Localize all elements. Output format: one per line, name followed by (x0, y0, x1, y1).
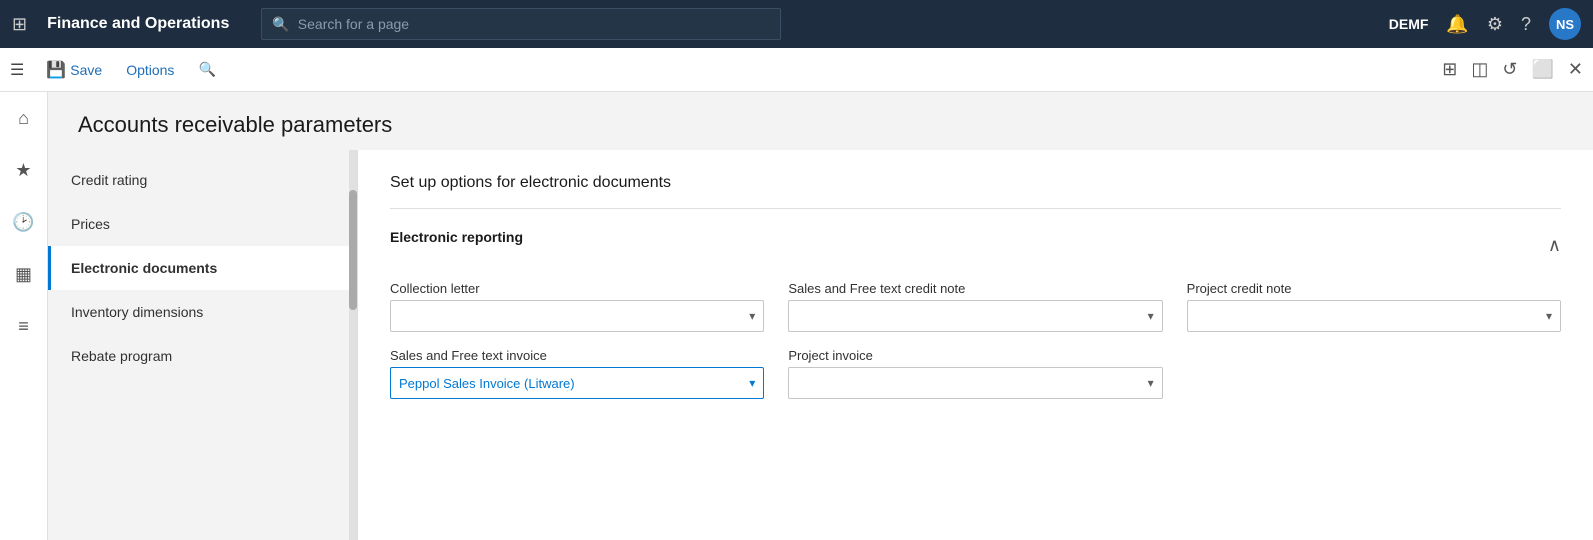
select-sales-free-text-invoice-value: Peppol Sales Invoice (Litware) (399, 376, 575, 391)
help-icon[interactable]: ? (1521, 14, 1531, 35)
save-button[interactable]: 💾 Save (36, 56, 112, 84)
select-sales-free-text-invoice[interactable]: Peppol Sales Invoice (Litware) ▾ (390, 367, 764, 399)
action-bar: ☰ 💾 Save Options 🔍 ⊞ ◫ ↺ ⬜ ✕ (0, 48, 1593, 92)
sidebar-home-icon[interactable]: ⌂ (6, 100, 42, 136)
nav-scrollbar[interactable] (349, 150, 357, 540)
form-grid: Collection letter ▾ Sales and Free text … (390, 281, 1561, 399)
nav-item-prices[interactable]: Prices (48, 202, 357, 246)
section-collapse-icon[interactable]: ∧ (1548, 235, 1561, 256)
label-collection-letter: Collection letter (390, 281, 764, 296)
field-project-invoice: Project invoice ▾ (788, 348, 1162, 399)
page-title: Accounts receivable parameters (78, 112, 1563, 138)
chevron-project-invoice: ▾ (1148, 376, 1154, 390)
main-content: Set up options for electronic documents … (358, 150, 1593, 540)
save-label: Save (70, 62, 102, 78)
refresh-icon[interactable]: ↺ (1502, 59, 1517, 80)
chevron-sales-free-text-credit-note: ▾ (1148, 309, 1154, 323)
empty-cell (1187, 348, 1561, 399)
search-bar[interactable]: 🔍 (261, 8, 781, 40)
nav-item-inventory-dimensions[interactable]: Inventory dimensions (48, 290, 357, 334)
sidebar-list-icon[interactable]: ≡ (6, 308, 42, 344)
app-grid-icon[interactable]: ⊞ (12, 14, 27, 35)
open-new-icon[interactable]: ⬜ (1531, 59, 1553, 80)
side-icons: ⌂ ★ 🕑 ▦ ≡ (0, 92, 48, 540)
section-description: Set up options for electronic documents (390, 174, 1561, 209)
top-nav-right: DEMF 🔔 ⚙ ? NS (1389, 8, 1581, 40)
company-label: DEMF (1389, 16, 1429, 32)
page-header: Accounts receivable parameters (48, 92, 1593, 150)
top-navigation: ⊞ Finance and Operations 🔍 DEMF 🔔 ⚙ ? NS (0, 0, 1593, 48)
action-bar-right: ⊞ ◫ ↺ ⬜ ✕ (1442, 59, 1583, 80)
field-sales-free-text-invoice: Sales and Free text invoice Peppol Sales… (390, 348, 764, 399)
personalize-icon[interactable]: ⊞ (1442, 59, 1457, 80)
options-button[interactable]: Options (116, 58, 184, 82)
section-header: Electronic reporting ∧ (390, 229, 1561, 261)
select-project-credit-note[interactable]: ▾ (1187, 300, 1561, 332)
hamburger-icon[interactable]: ☰ (10, 60, 24, 80)
chevron-sales-free-text-invoice: ▾ (749, 376, 755, 390)
label-project-credit-note: Project credit note (1187, 281, 1561, 296)
chevron-project-credit-note: ▾ (1546, 309, 1552, 323)
search-icon: 🔍 (272, 16, 289, 33)
chevron-collection-letter: ▾ (749, 309, 755, 323)
user-avatar[interactable]: NS (1549, 8, 1581, 40)
sidebar-star-icon[interactable]: ★ (6, 152, 42, 188)
select-collection-letter[interactable]: ▾ (390, 300, 764, 332)
nav-panel: Credit rating Prices Electronic document… (48, 150, 358, 540)
main-layout: ⌂ ★ 🕑 ▦ ≡ Accounts receivable parameters… (0, 92, 1593, 540)
nav-item-electronic-documents[interactable]: Electronic documents (48, 246, 357, 290)
app-title: Finance and Operations (47, 15, 229, 33)
label-project-invoice: Project invoice (788, 348, 1162, 363)
field-collection-letter: Collection letter ▾ (390, 281, 764, 332)
nav-item-credit-rating[interactable]: Credit rating (48, 158, 357, 202)
nav-scrollbar-thumb[interactable] (349, 190, 357, 310)
sidebar-table-icon[interactable]: ▦ (6, 256, 42, 292)
search-action-icon[interactable]: 🔍 (188, 57, 225, 82)
column-icon[interactable]: ◫ (1471, 59, 1488, 80)
bell-icon[interactable]: 🔔 (1446, 14, 1468, 35)
nav-item-rebate-program[interactable]: Rebate program (48, 334, 357, 378)
content-area: Accounts receivable parameters Credit ra… (48, 92, 1593, 540)
section-title: Electronic reporting (390, 229, 523, 245)
label-sales-free-text-invoice: Sales and Free text invoice (390, 348, 764, 363)
search-input[interactable] (298, 16, 771, 32)
select-project-invoice[interactable]: ▾ (788, 367, 1162, 399)
options-label: Options (126, 62, 174, 78)
field-project-credit-note: Project credit note ▾ (1187, 281, 1561, 332)
close-icon[interactable]: ✕ (1568, 59, 1583, 80)
page-body: Credit rating Prices Electronic document… (48, 150, 1593, 540)
save-icon: 💾 (46, 60, 66, 80)
field-sales-free-text-credit-note: Sales and Free text credit note ▾ (788, 281, 1162, 332)
label-sales-free-text-credit-note: Sales and Free text credit note (788, 281, 1162, 296)
sidebar-clock-icon[interactable]: 🕑 (6, 204, 42, 240)
settings-icon[interactable]: ⚙ (1487, 14, 1503, 35)
select-sales-free-text-credit-note[interactable]: ▾ (788, 300, 1162, 332)
